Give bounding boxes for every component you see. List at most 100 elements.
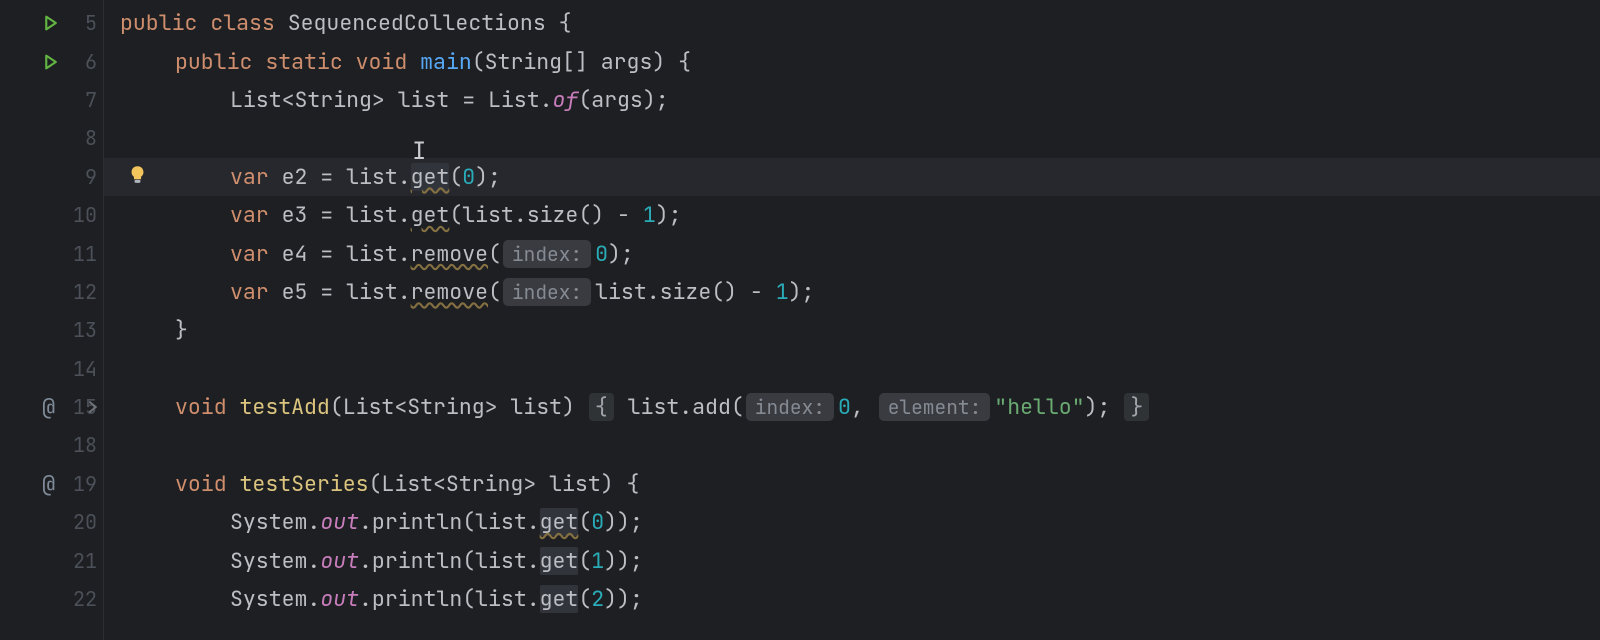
code-text: ); bbox=[1085, 393, 1124, 421]
keyword: var bbox=[230, 163, 269, 191]
gutter-row[interactable]: 21 bbox=[0, 541, 103, 579]
code-text: ( bbox=[449, 163, 462, 191]
signature: (List<String> list) { bbox=[369, 470, 640, 498]
line-number: 10 bbox=[65, 202, 97, 228]
expand-icon[interactable] bbox=[86, 401, 99, 414]
gutter-row[interactable]: 7 bbox=[0, 81, 103, 119]
code-line[interactable]: List<String> list = List.of(args); bbox=[104, 81, 1600, 119]
gutter-row[interactable]: 14 bbox=[0, 350, 103, 388]
gutter-row[interactable]: 15 @ bbox=[0, 388, 103, 426]
code-text: (list.size() - bbox=[449, 201, 643, 229]
gutter-row[interactable]: 9 bbox=[0, 158, 103, 196]
code-text: System. bbox=[230, 585, 320, 613]
code-line[interactable]: } bbox=[104, 311, 1600, 349]
gutter-row[interactable]: 20 bbox=[0, 503, 103, 541]
gutter-row[interactable]: 10 bbox=[0, 196, 103, 234]
code-line[interactable]: var e5 = list.remove(index:list.size() -… bbox=[104, 273, 1600, 311]
line-number: 22 bbox=[65, 586, 97, 612]
code-text: ( bbox=[488, 240, 501, 268]
brace: { bbox=[559, 9, 572, 37]
line-number: 13 bbox=[65, 317, 97, 343]
gutter-row[interactable]: 22 bbox=[0, 580, 103, 618]
code-area[interactable]: public class SequencedCollections { publ… bbox=[104, 0, 1600, 640]
number: 1 bbox=[643, 201, 656, 229]
code-text: (args); bbox=[578, 86, 668, 114]
code-line[interactable]: var e3 = list.get(list.size() - 1); bbox=[104, 196, 1600, 234]
number: 0 bbox=[591, 508, 604, 536]
signature: (List<String> list) bbox=[330, 393, 588, 421]
gutter-row[interactable]: 5 bbox=[0, 4, 103, 42]
line-number: 5 bbox=[65, 10, 97, 36]
method-call: remove bbox=[411, 278, 488, 306]
gutter-row[interactable]: 13 bbox=[0, 311, 103, 349]
param-hint: element: bbox=[879, 393, 991, 421]
code-line[interactable]: void testAdd(List<String> list) { list.a… bbox=[104, 388, 1600, 426]
keyword: var bbox=[230, 201, 269, 229]
gutter-row[interactable]: 11 bbox=[0, 234, 103, 272]
method-name: main bbox=[420, 48, 472, 76]
code-text: list.size() - bbox=[595, 278, 776, 306]
code-line[interactable]: public static void main(String[] args) { bbox=[104, 42, 1600, 80]
code-line[interactable]: var e4 = list.remove(index:0); bbox=[104, 234, 1600, 272]
intention-bulb-icon[interactable] bbox=[128, 163, 147, 191]
method-call: get bbox=[540, 585, 579, 613]
code-line[interactable] bbox=[104, 119, 1600, 157]
signature: (String[] args) { bbox=[472, 48, 691, 76]
keyword: static bbox=[265, 48, 342, 76]
code-text: )); bbox=[604, 508, 643, 536]
code-text: System. bbox=[230, 547, 320, 575]
method-call: get bbox=[411, 201, 450, 229]
code-text: System. bbox=[230, 508, 320, 536]
code-line[interactable]: System.out.println(list.get(2)); bbox=[104, 580, 1600, 618]
method-name: testSeries bbox=[240, 470, 369, 498]
fold-marker[interactable]: } bbox=[1124, 393, 1149, 421]
gutter-row[interactable]: 6 bbox=[0, 42, 103, 80]
static-field: out bbox=[320, 508, 359, 536]
param-hint: index: bbox=[503, 240, 591, 268]
static-call: of bbox=[553, 86, 579, 114]
line-number: 21 bbox=[65, 548, 97, 574]
keyword: void bbox=[175, 470, 227, 498]
code-text: ); bbox=[656, 201, 682, 229]
code-text: e2 = list. bbox=[269, 163, 411, 191]
method-call: get bbox=[540, 508, 579, 536]
code-text: ); bbox=[789, 278, 815, 306]
static-field: out bbox=[320, 585, 359, 613]
number: 1 bbox=[776, 278, 789, 306]
fold-marker[interactable]: { bbox=[589, 393, 614, 421]
code-text: )); bbox=[604, 547, 643, 575]
line-number: 14 bbox=[65, 356, 97, 382]
method-call: get bbox=[540, 547, 579, 575]
param-hint: index: bbox=[746, 393, 834, 421]
code-text: ); bbox=[475, 163, 501, 191]
method-call: get bbox=[411, 163, 450, 191]
run-icon[interactable] bbox=[42, 15, 59, 32]
code-text: , bbox=[851, 393, 877, 421]
keyword: var bbox=[230, 240, 269, 268]
line-number: 11 bbox=[65, 241, 97, 267]
code-line-active[interactable]: I var e2 = list.get(0); bbox=[104, 158, 1600, 196]
run-icon[interactable] bbox=[42, 53, 59, 70]
annotation-icon[interactable]: @ bbox=[42, 393, 55, 422]
code-line[interactable]: public class SequencedCollections { bbox=[104, 4, 1600, 42]
line-number: 19 bbox=[65, 471, 97, 497]
code-text: ( bbox=[578, 585, 591, 613]
code-line[interactable]: System.out.println(list.get(0)); bbox=[104, 503, 1600, 541]
code-line[interactable]: System.out.println(list.get(1)); bbox=[104, 541, 1600, 579]
method-name: testAdd bbox=[240, 393, 330, 421]
gutter-row[interactable]: 12 bbox=[0, 273, 103, 311]
gutter-row[interactable]: 8 bbox=[0, 119, 103, 157]
line-number: 9 bbox=[65, 164, 97, 190]
keyword: public bbox=[120, 9, 197, 37]
gutter-row[interactable]: 18 bbox=[0, 426, 103, 464]
number: 2 bbox=[591, 585, 604, 613]
code-line[interactable] bbox=[104, 426, 1600, 464]
code-line[interactable] bbox=[104, 350, 1600, 388]
gutter-row[interactable]: 19 @ bbox=[0, 465, 103, 503]
code-editor: 5 6 7 8 9 10 11 12 13 14 15 @ 18 19 bbox=[0, 0, 1600, 640]
code-line[interactable]: void testSeries(List<String> list) { bbox=[104, 465, 1600, 503]
keyword: void bbox=[356, 48, 408, 76]
annotation-icon[interactable]: @ bbox=[42, 469, 55, 498]
code-text: ( bbox=[578, 508, 591, 536]
code-text: ); bbox=[608, 240, 634, 268]
